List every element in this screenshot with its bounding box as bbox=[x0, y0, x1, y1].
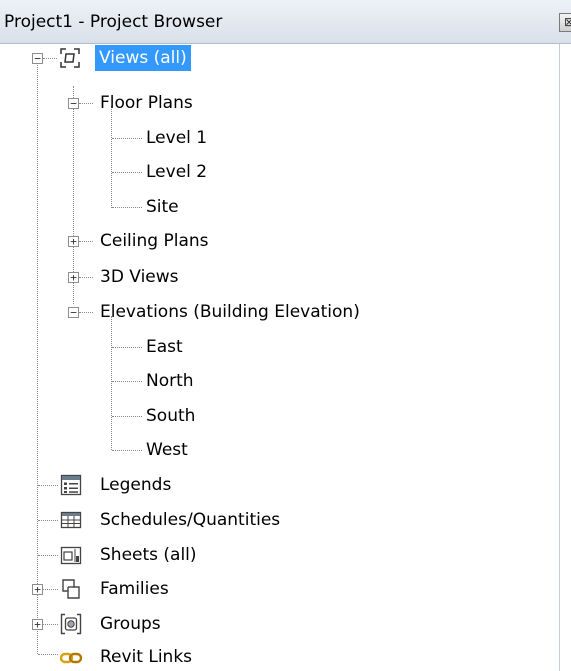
tree-item-west[interactable]: West bbox=[146, 437, 188, 463]
revit-links-icon bbox=[60, 647, 82, 669]
tree-item-south[interactable]: South bbox=[146, 403, 195, 429]
families-icon bbox=[60, 578, 82, 600]
tree-connector bbox=[79, 241, 93, 242]
tree-item-3d-views[interactable]: 3D Views bbox=[100, 264, 179, 290]
expand-toggle[interactable]: + bbox=[32, 619, 43, 630]
title-bar: Project1 - Project Browser ⊠ bbox=[0, 0, 571, 44]
tree-connector bbox=[38, 555, 58, 556]
tree-connector bbox=[38, 485, 58, 486]
tree-connector bbox=[37, 58, 38, 654]
tree-item-groups[interactable]: Groups bbox=[100, 611, 161, 637]
tree-item-east[interactable]: East bbox=[146, 334, 183, 360]
tree-connector bbox=[112, 416, 142, 417]
sheets-icon bbox=[60, 544, 82, 566]
legends-icon bbox=[60, 474, 82, 496]
tree-item-level-2[interactable]: Level 2 bbox=[146, 159, 207, 185]
tree-connector bbox=[43, 589, 58, 590]
tree-connector bbox=[112, 450, 142, 451]
expand-toggle[interactable]: + bbox=[32, 584, 43, 595]
tree-item-schedules[interactable]: Schedules/Quantities bbox=[100, 507, 280, 533]
tree-connector bbox=[112, 138, 142, 139]
tree-connector bbox=[43, 58, 57, 59]
window-title: Project1 - Project Browser bbox=[4, 12, 223, 32]
tree-item-elevations[interactable]: Elevations (Building Elevation) bbox=[100, 299, 360, 325]
close-button[interactable]: ⊠ bbox=[559, 13, 571, 32]
views-icon bbox=[59, 47, 81, 69]
tree-connector bbox=[111, 316, 112, 450]
project-browser-tree[interactable]: − Views (all) − Floor Plans Level 1 Leve… bbox=[0, 44, 560, 671]
tree-item-sheets[interactable]: Sheets (all) bbox=[100, 542, 197, 568]
tree-item-families[interactable]: Families bbox=[100, 576, 169, 602]
collapse-toggle[interactable]: − bbox=[68, 98, 79, 109]
tree-connector bbox=[79, 103, 93, 104]
tree-item-north[interactable]: North bbox=[146, 368, 194, 394]
tree-item-revit-links[interactable]: Revit Links bbox=[100, 644, 192, 670]
tree-connector bbox=[43, 624, 58, 625]
expand-toggle[interactable]: + bbox=[68, 272, 79, 283]
tree-connector bbox=[112, 172, 142, 173]
tree-item-views-all[interactable]: Views (all) bbox=[95, 45, 191, 71]
tree-connector bbox=[38, 520, 58, 521]
tree-item-legends[interactable]: Legends bbox=[100, 472, 171, 498]
tree-connector bbox=[112, 381, 142, 382]
tree-connector bbox=[38, 654, 58, 655]
groups-icon bbox=[60, 613, 82, 635]
tree-item-floor-plans[interactable]: Floor Plans bbox=[100, 90, 193, 116]
tree-connector bbox=[112, 207, 142, 208]
collapse-toggle[interactable]: − bbox=[32, 53, 43, 64]
expand-toggle[interactable]: + bbox=[68, 236, 79, 247]
collapse-toggle[interactable]: − bbox=[68, 307, 79, 318]
tree-connector bbox=[111, 106, 112, 208]
tree-connector bbox=[79, 312, 93, 313]
tree-item-site[interactable]: Site bbox=[146, 194, 179, 220]
tree-item-level-1[interactable]: Level 1 bbox=[146, 125, 207, 151]
tree-item-ceiling-plans[interactable]: Ceiling Plans bbox=[100, 228, 209, 254]
tree-connector bbox=[79, 277, 93, 278]
tree-connector bbox=[112, 347, 142, 348]
schedules-icon bbox=[60, 509, 82, 531]
